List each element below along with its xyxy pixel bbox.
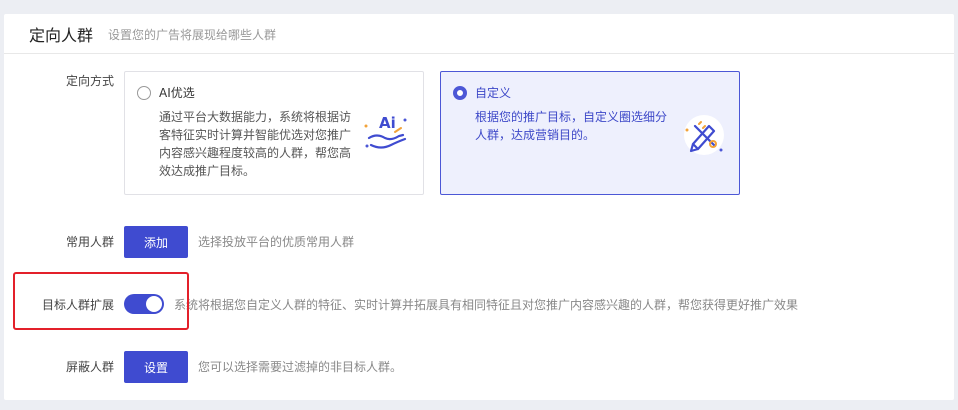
radio-ai[interactable] — [137, 86, 151, 100]
panel-header: 定向人群 设置您的广告将展现给哪些人群 — [4, 14, 954, 54]
option-desc-ai: 通过平台大数据能力，系统将根据访 客特征实时计算并智能优选对您推广 内容感兴趣程… — [159, 108, 351, 180]
page-title: 定向人群 — [29, 26, 94, 45]
desc-line: 客特征实时计算并智能优选对您推广 — [159, 128, 352, 142]
block-audience-settings-button[interactable]: 设置 — [124, 351, 188, 383]
desc-line: 人群，达成营销目的。 — [475, 128, 596, 142]
radio-custom[interactable] — [453, 86, 467, 100]
option-title-ai: AI优选 — [159, 86, 195, 100]
svg-text:Ai: Ai — [379, 114, 396, 132]
desc-line: 内容感兴趣程度较高的人群，帮您高 — [159, 146, 352, 160]
targeting-method-label: 定向方式 — [65, 74, 114, 88]
highlight-annotation-box — [13, 272, 189, 330]
targeting-panel: 定向人群 设置您的广告将展现给哪些人群 定向方式 AI优选 通过平台大数据能力，… — [4, 14, 954, 400]
option-card-custom[interactable]: 自定义 根据您的推广目标，自定义圈选细分 人群，达成营销目的。 — [440, 71, 740, 195]
desc-line: 根据您的推广目标，自定义圈选细分 — [475, 110, 668, 124]
block-audience-hint: 您可以选择需要过滤掉的非目标人群。 — [198, 360, 403, 374]
page-subtitle: 设置您的广告将展现给哪些人群 — [108, 28, 277, 42]
add-audience-button[interactable]: 添加 — [124, 226, 188, 258]
ai-hand-icon: Ai — [361, 108, 411, 162]
pencil-ruler-icon — [679, 110, 729, 164]
option-title-custom: 自定义 — [475, 86, 512, 100]
common-audience-label: 常用人群 — [65, 235, 114, 249]
block-audience-label: 屏蔽人群 — [65, 360, 114, 374]
option-card-ai[interactable]: AI优选 通过平台大数据能力，系统将根据访 客特征实时计算并智能优选对您推广 内… — [124, 71, 424, 195]
audience-expansion-hint: 系统将根据您自定义人群的特征、实时计算并拓展具有相同特征且对您推广内容感兴趣的人… — [174, 298, 799, 312]
common-audience-hint: 选择投放平台的优质常用人群 — [198, 235, 355, 249]
option-desc-custom: 根据您的推广目标，自定义圈选细分 人群，达成营销目的。 — [475, 108, 667, 144]
desc-line: 通过平台大数据能力，系统将根据访 — [159, 110, 352, 124]
desc-line: 效达成推广目标。 — [159, 164, 256, 178]
